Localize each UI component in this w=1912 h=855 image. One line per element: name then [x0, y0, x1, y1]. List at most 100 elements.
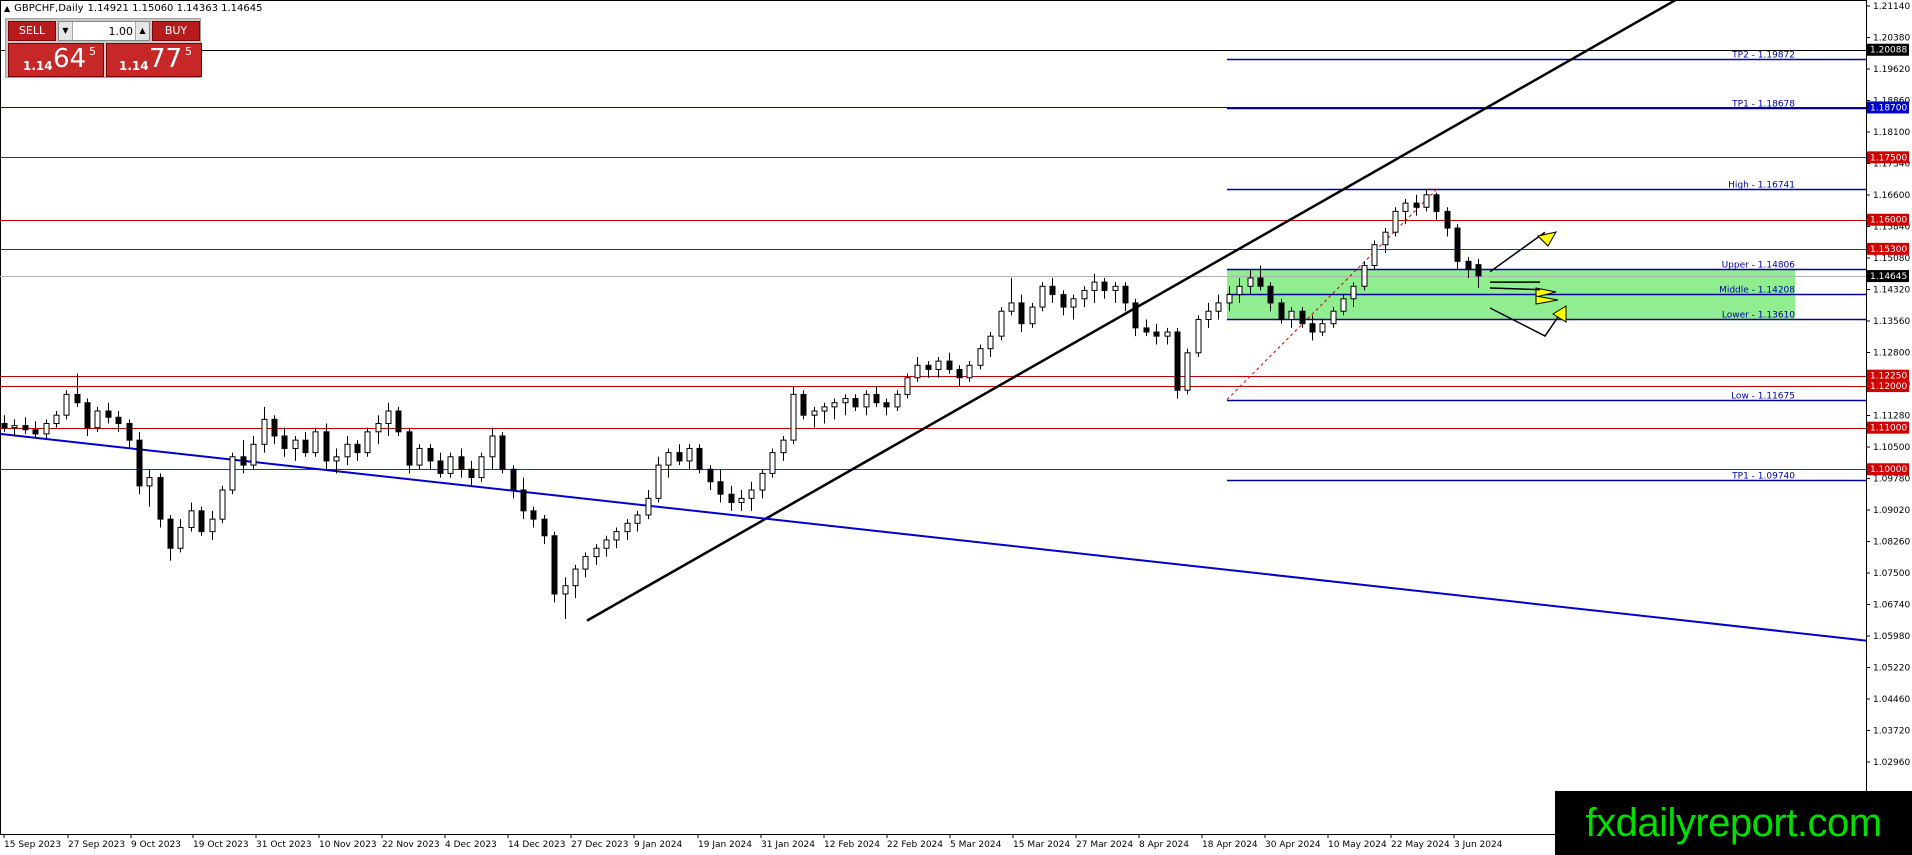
candle-body[interactable]: [229, 456, 236, 491]
candle-body[interactable]: [686, 447, 693, 462]
candle-body[interactable]: [1018, 302, 1025, 325]
candle-body[interactable]: [831, 402, 838, 408]
candle-body[interactable]: [562, 585, 569, 595]
candle-body[interactable]: [624, 522, 631, 533]
candle-body[interactable]: [645, 497, 652, 516]
candle-body[interactable]: [364, 431, 371, 454]
candle-body[interactable]: [665, 452, 672, 466]
candle-body[interactable]: [177, 526, 184, 549]
candle-body[interactable]: [250, 443, 257, 466]
candle-body[interactable]: [1029, 306, 1036, 325]
candle-body[interactable]: [966, 364, 973, 379]
candle-body[interactable]: [551, 535, 558, 595]
candle-body[interactable]: [1132, 302, 1139, 329]
candle-body[interactable]: [53, 414, 60, 425]
sell-button[interactable]: SELL: [8, 21, 56, 41]
candle-body[interactable]: [1, 423, 8, 429]
candle-body[interactable]: [1299, 310, 1306, 325]
candle-body[interactable]: [759, 472, 766, 491]
candle-body[interactable]: [613, 531, 620, 541]
candle-body[interactable]: [219, 489, 226, 520]
candle-body[interactable]: [1267, 285, 1274, 304]
candle-body[interactable]: [146, 477, 153, 487]
candle-body[interactable]: [1236, 285, 1243, 296]
candle-body[interactable]: [1101, 281, 1108, 291]
candle-body[interactable]: [914, 364, 921, 379]
candle-body[interactable]: [998, 310, 1005, 337]
candle-body[interactable]: [478, 456, 485, 479]
candle-body[interactable]: [1309, 323, 1316, 333]
candle-body[interactable]: [593, 547, 600, 558]
candle-body[interactable]: [416, 447, 423, 466]
candle-body[interactable]: [676, 452, 683, 462]
candle-body[interactable]: [323, 431, 330, 462]
candle-body[interactable]: [1257, 277, 1264, 287]
candle-body[interactable]: [354, 443, 361, 454]
candle-body[interactable]: [385, 410, 392, 425]
candle-body[interactable]: [1382, 231, 1389, 246]
candle-body[interactable]: [1070, 298, 1077, 308]
candle-body[interactable]: [333, 456, 340, 462]
candle-body[interactable]: [115, 416, 122, 425]
candle-body[interactable]: [1081, 289, 1088, 300]
candle-body[interactable]: [1288, 310, 1295, 321]
candle-body[interactable]: [987, 335, 994, 350]
candle-body[interactable]: [240, 456, 247, 466]
candle-body[interactable]: [209, 518, 216, 533]
candle-body[interactable]: [904, 377, 911, 395]
candle-body[interactable]: [261, 418, 268, 445]
candle-body[interactable]: [84, 402, 91, 429]
candle-body[interactable]: [157, 477, 164, 520]
candle-body[interactable]: [22, 425, 29, 431]
candle-body[interactable]: [1112, 285, 1119, 291]
candle-body[interactable]: [271, 418, 278, 437]
candle-body[interactable]: [458, 456, 465, 470]
candle-body[interactable]: [821, 406, 828, 412]
descending-trendline[interactable]: [0, 432, 1867, 642]
candle-body[interactable]: [894, 393, 901, 408]
candle-body[interactable]: [406, 431, 413, 466]
candle-body[interactable]: [1039, 285, 1046, 308]
candle-body[interactable]: [1340, 298, 1347, 312]
candle-body[interactable]: [395, 410, 402, 433]
buy-button[interactable]: BUY: [152, 21, 200, 41]
candle-body[interactable]: [956, 368, 963, 379]
candle-body[interactable]: [1060, 294, 1067, 308]
candle-body[interactable]: [946, 360, 953, 370]
sell-price-box[interactable]: 1.14 64 5: [8, 43, 104, 77]
price-chart[interactable]: TP2 - 1.19872 TP1 - 1.18678 High - 1.16741…: [0, 0, 1912, 855]
candle-body[interactable]: [447, 456, 454, 474]
candle-body[interactable]: [780, 439, 787, 454]
candle-body[interactable]: [748, 489, 755, 499]
candle-body[interactable]: [852, 398, 859, 408]
candle-body[interactable]: [1049, 285, 1056, 296]
candle-body[interactable]: [1278, 302, 1285, 321]
candle-body[interactable]: [655, 464, 662, 499]
candle-body[interactable]: [883, 402, 890, 408]
candle-body[interactable]: [1423, 194, 1430, 208]
candle-body[interactable]: [1174, 331, 1181, 391]
candle-body[interactable]: [811, 410, 818, 416]
candle-body[interactable]: [1392, 210, 1399, 233]
candle-body[interactable]: [344, 443, 351, 458]
candle-body[interactable]: [541, 518, 548, 537]
candle-body[interactable]: [873, 393, 880, 404]
candle-body[interactable]: [105, 410, 112, 418]
candle-body[interactable]: [1195, 319, 1202, 354]
collapse-triangle-icon[interactable]: ▲: [4, 4, 10, 13]
candle-body[interactable]: [468, 468, 475, 479]
candle-body[interactable]: [572, 568, 579, 587]
candle-body[interactable]: [11, 425, 18, 429]
candle-body[interactable]: [728, 493, 735, 504]
candle-body[interactable]: [1475, 264, 1482, 277]
candle-body[interactable]: [1164, 331, 1171, 337]
candle-body[interactable]: [707, 468, 714, 483]
candle-body[interactable]: [32, 429, 39, 435]
candle-body[interactable]: [1330, 310, 1337, 325]
candle-body[interactable]: [769, 452, 776, 474]
candle-body[interactable]: [977, 348, 984, 366]
candle-body[interactable]: [302, 439, 309, 454]
candle-body[interactable]: [427, 447, 434, 462]
candle-body[interactable]: [863, 393, 870, 408]
candle-body[interactable]: [634, 514, 641, 524]
